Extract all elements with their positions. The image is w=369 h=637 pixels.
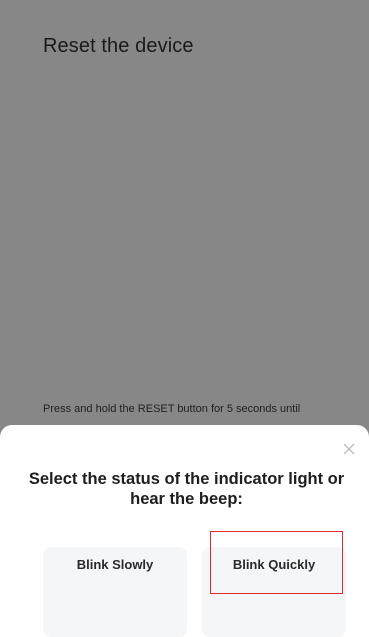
page-title: Reset the device — [43, 35, 194, 57]
blink-quickly-label: Blink Quickly — [232, 557, 316, 572]
blink-slowly-option[interactable]: Blink Slowly — [43, 547, 187, 637]
sheet-title: Select the status of the indicator light… — [28, 470, 345, 508]
close-icon[interactable] — [341, 441, 357, 457]
blink-slowly-label: Blink Slowly — [76, 557, 154, 572]
reset-instruction-text: Press and hold the RESET button for 5 se… — [43, 403, 301, 415]
blink-quickly-option[interactable]: Blink Quickly — [202, 547, 346, 637]
